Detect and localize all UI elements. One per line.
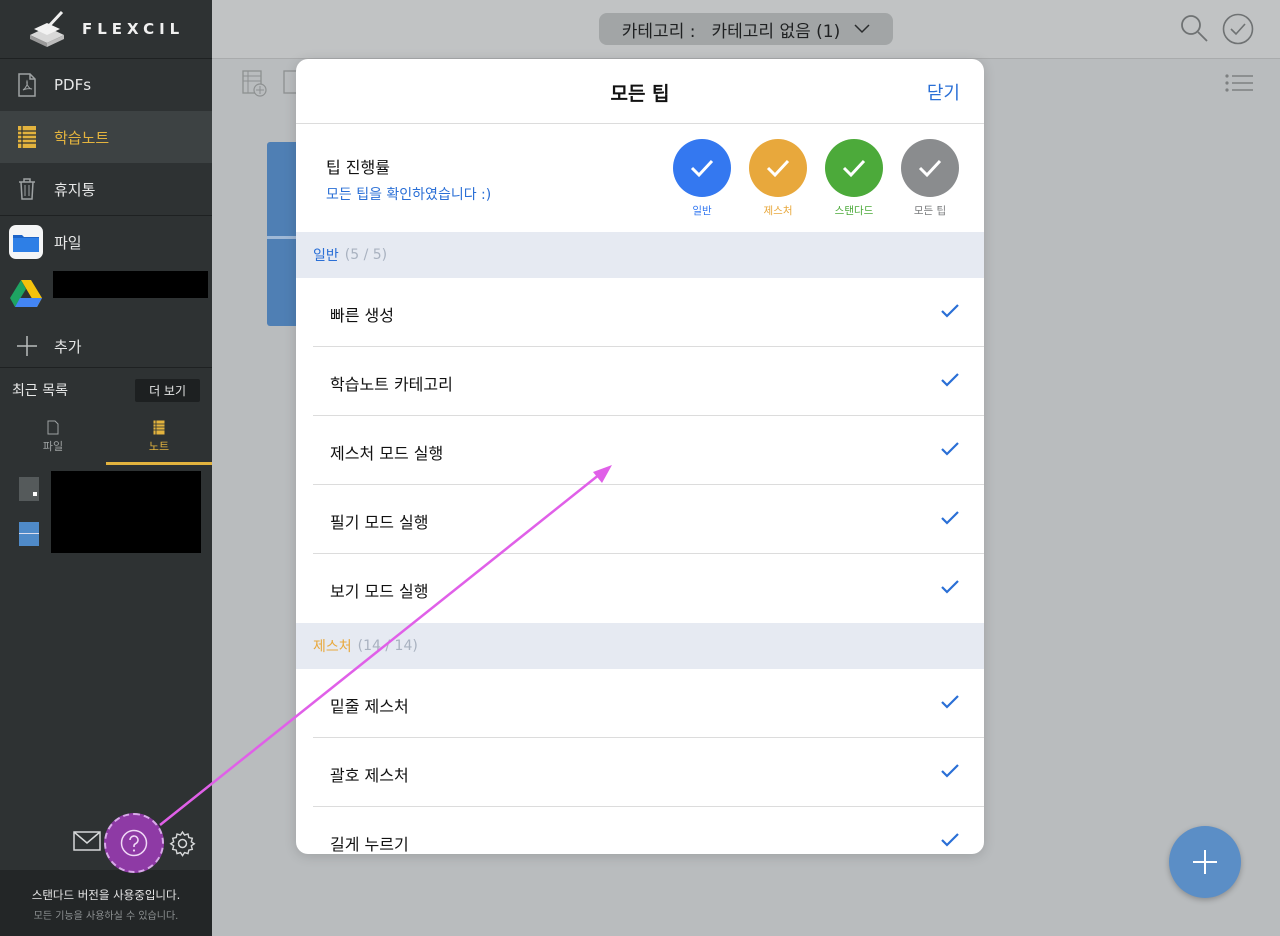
tab-recent-files[interactable]: 파일 — [0, 418, 106, 466]
section-header-general: 일반 (5 / 5) — [296, 232, 984, 278]
plus-icon — [1191, 848, 1219, 876]
pdf-icon — [14, 72, 40, 98]
version-footer: 스탠다드 버전을 사용중입니다. 모든 기능을 사용하실 수 있습니다. — [0, 870, 212, 936]
progress-title: 팁 진행률 — [326, 158, 390, 177]
settings-gear-icon[interactable] — [169, 830, 196, 861]
tip-row[interactable]: 길게 누르기 — [296, 807, 984, 854]
new-notebook-icon[interactable] — [242, 70, 268, 102]
notebook-stack-icon[interactable] — [283, 70, 298, 100]
logo-text: FLEXCIL — [82, 20, 185, 38]
category-prefix: 카테고리 : — [621, 21, 696, 42]
list-view-icon[interactable] — [1225, 74, 1253, 96]
version-status: 스탠다드 버전을 사용중입니다. — [31, 888, 181, 902]
add-fab-button[interactable] — [1169, 826, 1241, 898]
tab-recent-notes[interactable]: 노트 — [106, 418, 212, 466]
sidebar-item-label: 파일 — [54, 233, 82, 252]
sidebar-item-label: 학습노트 — [54, 128, 110, 147]
check-circle-icon — [749, 139, 807, 197]
category-selector[interactable]: 카테고리 : 카테고리 없음 (1) — [599, 13, 893, 45]
sidebar-item-files[interactable]: 파일 — [0, 216, 212, 268]
badge-general[interactable]: 일반 — [673, 139, 731, 218]
sidebar-item-trash[interactable]: 휴지통 — [0, 163, 212, 215]
tip-row[interactable]: 보기 모드 실행 — [296, 554, 984, 623]
checkmark-icon — [940, 303, 960, 323]
tip-progress: 팁 진행률 모든 팁을 확인하였습니다 :) 일반 제스처 스탠다드 모든 팁 — [296, 124, 984, 232]
select-check-icon[interactable] — [1222, 13, 1254, 49]
check-circle-icon — [825, 139, 883, 197]
sidebar-item-label: PDFs — [54, 76, 92, 94]
redacted-account-name — [53, 271, 208, 298]
sidebar: FLEXCIL PDFs 학습노트 휴지통 파일 추가 최근 목록 더 보기 파… — [0, 0, 212, 936]
search-icon[interactable] — [1180, 14, 1208, 46]
all-tips-modal: 모든 팁 닫기 팁 진행률 모든 팁을 확인하였습니다 :) 일반 제스처 스탠… — [296, 59, 984, 854]
sidebar-item-add[interactable]: 추가 — [0, 320, 212, 372]
sidebar-item-pdfs[interactable]: PDFs — [0, 59, 212, 111]
tip-row[interactable]: 제스처 모드 실행 — [296, 416, 984, 485]
badge-all-tips[interactable]: 모든 팁 — [901, 139, 959, 218]
badge-gesture[interactable]: 제스처 — [749, 139, 807, 218]
section-header-gesture: 제스처 (14 / 14) — [296, 623, 984, 669]
app-logo: FLEXCIL — [0, 0, 212, 59]
chevron-down-icon — [854, 24, 870, 34]
divider — [0, 367, 212, 368]
checkmark-icon — [940, 510, 960, 530]
pdf-icon — [0, 420, 106, 438]
close-button[interactable]: 닫기 — [927, 79, 960, 105]
tip-row[interactable]: 괄호 제스처 — [296, 738, 984, 807]
help-question-icon — [120, 829, 148, 857]
badge-standard[interactable]: 스탠다드 — [825, 139, 883, 218]
checkmark-icon — [940, 832, 960, 852]
version-note: 모든 기능을 사용하실 수 있습니다. — [33, 911, 179, 922]
checkmark-icon — [940, 441, 960, 461]
checkmark-icon — [940, 763, 960, 783]
trash-icon — [14, 176, 40, 202]
redacted-recent-list — [51, 471, 201, 553]
folder-icon — [9, 225, 43, 259]
top-bar: 카테고리 : 카테고리 없음 (1) — [212, 0, 1280, 59]
help-button[interactable] — [104, 813, 164, 873]
recent-label: 최근 목록 — [12, 383, 68, 399]
category-value: 카테고리 없음 (1) — [711, 21, 841, 42]
plus-icon — [14, 333, 40, 359]
recent-note-thumb[interactable] — [19, 477, 39, 501]
sidebar-item-label: 추가 — [54, 337, 82, 356]
recent-tabs: 파일 노트 — [0, 418, 212, 466]
tip-row[interactable]: 필기 모드 실행 — [296, 485, 984, 554]
sidebar-item-label: 휴지통 — [54, 180, 96, 199]
more-button[interactable]: 더 보기 — [135, 378, 200, 402]
recent-note-thumb[interactable] — [19, 522, 39, 546]
checkmark-icon — [940, 579, 960, 599]
tip-row[interactable]: 학습노트 카테고리 — [296, 347, 984, 416]
check-circle-icon — [673, 139, 731, 197]
tip-row[interactable]: 빠른 생성 — [296, 278, 984, 347]
check-circle-icon — [901, 139, 959, 197]
checkmark-icon — [940, 372, 960, 392]
recent-header: 최근 목록 더 보기 — [0, 375, 212, 405]
mail-icon[interactable] — [73, 830, 101, 856]
notebook-card[interactable] — [267, 142, 297, 326]
sidebar-item-notes[interactable]: 학습노트 — [0, 111, 212, 163]
google-drive-icon — [10, 279, 42, 309]
notebook-icon — [14, 124, 40, 150]
modal-header: 모든 팁 닫기 — [296, 59, 984, 124]
modal-title: 모든 팁 — [610, 83, 670, 105]
checkmark-icon — [940, 694, 960, 714]
progress-subtitle: 모든 팁을 확인하였습니다 :) — [326, 187, 492, 203]
notebook-icon — [106, 420, 212, 438]
flexcil-logo-icon — [28, 9, 66, 49]
tip-row[interactable]: 밑줄 제스처 — [296, 669, 984, 738]
